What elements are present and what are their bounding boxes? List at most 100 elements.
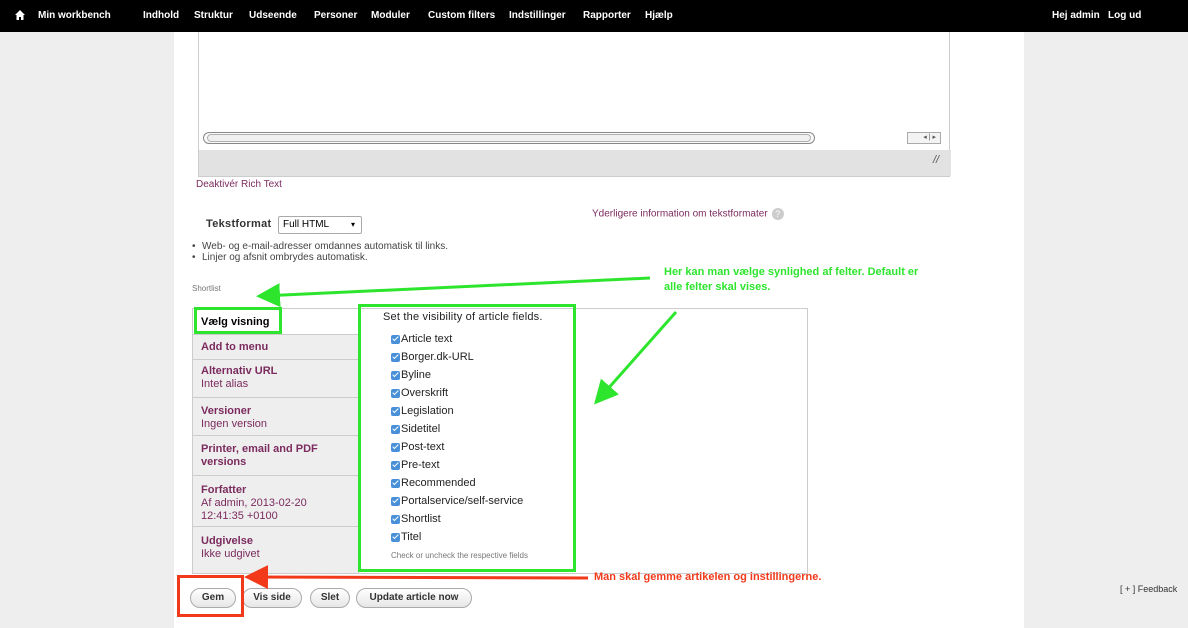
toolbar-item-min-workbench[interactable]: Min workbench — [38, 10, 111, 21]
toolbar-item-indstillinger[interactable]: Indstillinger — [509, 10, 566, 21]
tip-item: Web- og e-mail-adresser omdannes automat… — [192, 241, 448, 252]
toolbar-item-indhold[interactable]: Indhold — [143, 10, 179, 21]
checkbox-checked-icon[interactable] — [391, 388, 400, 398]
checkbox-checked-icon[interactable] — [391, 478, 400, 488]
field-label: Byline — [401, 369, 431, 381]
field-label: Recommended — [401, 477, 476, 489]
checkbox-checked-icon[interactable] — [391, 532, 400, 542]
user-greeting[interactable]: Hej admin — [1052, 10, 1100, 21]
vtab-summary: Ikke udgivet — [201, 548, 260, 560]
field-checkbox-shortlist[interactable]: Shortlist — [391, 513, 441, 529]
toolbar-item-struktur[interactable]: Struktur — [194, 10, 233, 21]
toolbar-item-rapporter[interactable]: Rapporter — [583, 10, 631, 21]
home-icon[interactable] — [14, 9, 26, 21]
deactivate-rich-text-link[interactable]: Deaktivér Rich Text — [196, 179, 282, 190]
checkbox-checked-icon[interactable] — [391, 406, 400, 416]
field-label: Overskrift — [401, 387, 449, 399]
vtab-title: Versioner — [201, 405, 252, 417]
annotation-green-line: Her kan man vælge synlighed af felter. D… — [664, 266, 919, 278]
text-format-label: Tekstformat — [206, 218, 272, 230]
editor-statusbar — [199, 150, 951, 176]
toolbar-item-personer[interactable]: Personer — [314, 10, 357, 21]
vtab-add-to-menu[interactable]: Add to menu — [193, 335, 359, 360]
field-checkbox-overskrift[interactable]: Overskrift — [391, 387, 448, 403]
horizontal-scrollbar[interactable]: ◂ | ▸ — [203, 130, 945, 146]
checkbox-checked-icon[interactable] — [391, 442, 400, 452]
admin-toolbar: Min workbench Indhold Struktur Udseende … — [0, 0, 1188, 32]
view-page-button[interactable]: Vis side — [242, 588, 302, 608]
toolbar-item-udseende[interactable]: Udseende — [249, 10, 297, 21]
vtab-summary: Af admin, 2013-02-20 12:41:35 +0100 — [201, 497, 307, 522]
vtab-vaelg-visning[interactable]: Vælg visning — [193, 309, 359, 335]
logout-link[interactable]: Log ud — [1108, 10, 1141, 21]
scroll-arrows-icon[interactable]: ◂ | ▸ — [907, 132, 941, 144]
text-format-value: Full HTML — [283, 219, 330, 230]
field-checkbox-titel[interactable]: Titel — [391, 531, 421, 547]
vtab-summary: Intet alias — [201, 378, 249, 390]
checkbox-checked-icon[interactable] — [391, 424, 400, 434]
help-icon: ? — [771, 208, 784, 220]
field-checkbox-portalservice[interactable]: Portalservice/self-service — [391, 495, 523, 511]
field-checkbox-pre-text[interactable]: Pre-text — [391, 459, 440, 475]
vtab-versioner[interactable]: Versioner Ingen version — [193, 398, 359, 436]
rich-text-editor[interactable]: ◂ | ▸ // — [198, 32, 951, 177]
field-label: Borger.dk-URL — [401, 351, 474, 363]
delete-button[interactable]: Slet — [310, 588, 350, 608]
checkbox-checked-icon[interactable] — [391, 334, 400, 344]
save-button[interactable]: Gem — [190, 588, 236, 608]
field-checkbox-post-text[interactable]: Post-text — [391, 441, 444, 457]
field-checkbox-byline[interactable]: Byline — [391, 369, 431, 385]
vtab-summary: Ingen version — [201, 418, 268, 430]
field-checkbox-article-text[interactable]: Article text — [391, 333, 452, 349]
vtab-title: Printer, email and PDF versions — [201, 443, 318, 468]
text-format-select[interactable]: Full HTML ▾ — [278, 216, 362, 234]
field-label: Pre-text — [401, 459, 440, 471]
vertical-tabs: Vælg visning Add to menu Alternativ URL … — [192, 308, 808, 574]
field-label: Article text — [401, 333, 453, 345]
field-label: Shortlist — [401, 513, 441, 525]
annotation-red-note: Man skal gemme artikelen og instillinger… — [594, 571, 822, 583]
chevron-down-icon: ▾ — [350, 220, 355, 229]
vtab-alternativ-url[interactable]: Alternativ URL Intet alias — [193, 360, 359, 398]
text-format-info-link[interactable]: Yderligere information om tekstformater? — [592, 208, 784, 220]
vertical-tabs-menu: Vælg visning Add to menu Alternativ URL … — [193, 309, 359, 573]
toolbar-item-hjaelp[interactable]: Hjælp — [645, 10, 673, 21]
vtab-forfatter[interactable]: Forfatter Af admin, 2013-02-20 12:41:35 … — [193, 476, 359, 527]
toolbar-item-custom-filters[interactable]: Custom filters — [428, 10, 495, 21]
visibility-hint: Check or uncheck the respective fields — [391, 551, 528, 560]
annotation-green-note: Her kan man vælge synlighed af felter. D… — [664, 265, 918, 295]
shortlist-label: Shortlist — [192, 284, 221, 293]
field-checkbox-legislation[interactable]: Legislation — [391, 405, 454, 421]
text-format-info-label: Yderligere information om tekstformater — [592, 208, 768, 220]
resize-handle-icon[interactable]: // — [933, 154, 945, 168]
field-label: Titel — [401, 531, 422, 543]
field-label: Post-text — [401, 441, 445, 453]
text-format-tips: Web- og e-mail-adresser omdannes automat… — [192, 241, 448, 263]
scrollbar-thumb[interactable] — [207, 134, 811, 142]
vtab-title: Forfatter — [201, 484, 247, 496]
vtab-title: Vælg visning — [201, 316, 270, 328]
visibility-description: Set the visibility of article fields. — [383, 311, 543, 323]
update-article-button[interactable]: Update article now — [356, 588, 472, 608]
checkbox-checked-icon[interactable] — [391, 370, 400, 380]
vtab-udgivelse[interactable]: Udgivelse Ikke udgivet — [193, 527, 359, 573]
visibility-pane: Set the visibility of article fields. Ar… — [379, 309, 591, 573]
feedback-link[interactable]: [ + ] Feedback — [1120, 584, 1177, 594]
field-label: Sidetitel — [401, 423, 441, 435]
checkbox-checked-icon[interactable] — [391, 514, 400, 524]
field-checkbox-borger-dk-url[interactable]: Borger.dk-URL — [391, 351, 474, 367]
checkbox-checked-icon[interactable] — [391, 496, 400, 506]
main-content: ◂ | ▸ // Deaktivér Rich Text Tekstformat… — [174, 32, 1024, 628]
vtab-printer-email-pdf[interactable]: Printer, email and PDF versions — [193, 436, 359, 476]
field-checkbox-recommended[interactable]: Recommended — [391, 477, 476, 493]
checkbox-checked-icon[interactable] — [391, 460, 400, 470]
field-label: Legislation — [401, 405, 454, 417]
field-checkbox-sidetitel[interactable]: Sidetitel — [391, 423, 440, 439]
tip-item: Linjer og afsnit ombrydes automatisk. — [192, 252, 448, 263]
vtab-title: Alternativ URL — [201, 365, 278, 377]
field-label: Portalservice/self-service — [401, 495, 524, 507]
checkbox-checked-icon[interactable] — [391, 352, 400, 362]
vtab-title: Add to menu — [201, 341, 269, 353]
vtab-title: Udgivelse — [201, 535, 253, 547]
toolbar-item-moduler[interactable]: Moduler — [371, 10, 410, 21]
